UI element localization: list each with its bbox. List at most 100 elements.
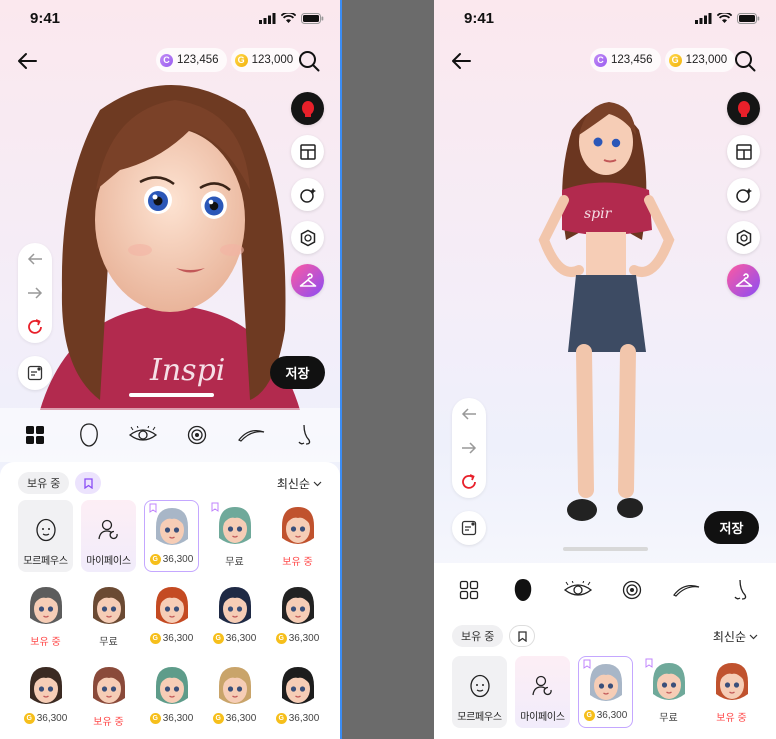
svg-text:Inspi: Inspi (149, 353, 225, 388)
tab-pupil[interactable] (181, 419, 213, 451)
search-icon[interactable] (298, 50, 320, 72)
face-item[interactable]: 무료 (641, 656, 696, 728)
face-item[interactable]: G 36,300 (270, 660, 325, 732)
face-item[interactable]: G 36,300 (207, 660, 262, 732)
closet-button[interactable] (291, 264, 324, 297)
undo-button[interactable] (24, 249, 46, 269)
face-item[interactable]: G 36,300 (18, 660, 73, 732)
price-label: G 36,300 (275, 633, 319, 644)
tile-label: 모르페우스 (23, 556, 68, 567)
face-item[interactable]: 무료 (207, 500, 262, 572)
avatar-fullbody-image[interactable]: spir (524, 90, 684, 545)
memo-button[interactable] (18, 356, 52, 390)
tab-nose[interactable] (725, 574, 757, 606)
avatar-face-thumbnail (29, 667, 62, 704)
effect-button[interactable] (727, 221, 760, 254)
currency-display: C 123,456 G 123,000 (156, 48, 302, 72)
tab-eyebrow[interactable] (235, 419, 267, 451)
drag-handle[interactable] (129, 393, 214, 397)
tab-pupil[interactable] (616, 574, 648, 606)
search-icon[interactable] (734, 50, 756, 72)
face-item[interactable]: G 36,300 (144, 500, 199, 572)
drag-handle[interactable] (563, 547, 648, 551)
top-bar: C 123,456 G 123,000 (434, 48, 776, 74)
owned-label: 보유 중 (93, 717, 124, 728)
myface-tile[interactable]: 마이페이스 (515, 656, 570, 728)
gem-coin-icon: C (594, 53, 607, 67)
morpheus-tile[interactable]: 모르페우스 (18, 500, 73, 572)
undo-button[interactable] (458, 404, 480, 424)
closet-button[interactable] (727, 264, 760, 297)
memo-button[interactable] (452, 511, 486, 545)
price-label: G 36,300 (275, 713, 319, 724)
avatar-head-button[interactable] (291, 92, 324, 125)
arrow-right-icon (28, 287, 43, 299)
face-item[interactable]: 무료 (81, 580, 136, 652)
face-item[interactable]: G 36,300 (144, 660, 199, 732)
status-time: 9:41 (464, 10, 495, 27)
owned-filter-chip[interactable]: 보유 중 (18, 472, 70, 494)
avatar-face-thumbnail (589, 664, 622, 701)
reset-button[interactable] (24, 317, 46, 337)
face-item[interactable]: G 36,300 (207, 580, 262, 652)
back-arrow-icon[interactable] (450, 50, 472, 72)
save-button[interactable]: 저장 (704, 511, 759, 544)
morpheus-tile[interactable]: 모르페우스 (452, 656, 507, 728)
wardrobe-icon (735, 143, 752, 160)
face-shape-icon (80, 423, 98, 447)
tab-all[interactable] (19, 419, 51, 451)
sort-dropdown[interactable]: 최신순 (277, 475, 322, 492)
avatar-face-thumbnail (92, 667, 125, 704)
hanger-icon (735, 272, 752, 287)
bookmark-filter-chip[interactable] (75, 472, 101, 494)
redo-button[interactable] (458, 438, 480, 458)
bookmark-filter-chip[interactable] (509, 625, 535, 647)
wardrobe-button[interactable] (727, 135, 760, 168)
tab-eyebrow[interactable] (670, 574, 702, 606)
wardrobe-icon (299, 143, 316, 160)
owned-label: 보유 중 (30, 637, 61, 648)
wardrobe-button[interactable] (291, 135, 324, 168)
tab-eyes[interactable] (127, 419, 159, 451)
refresh-icon (28, 319, 42, 334)
effect-button[interactable] (291, 221, 324, 254)
back-arrow-icon[interactable] (16, 50, 38, 72)
pupil-icon (187, 425, 207, 445)
item-sheet: 보유 중 최신순 모르페우스 마이페이스 G 36,300 무료 보유 중 (434, 617, 776, 739)
face-item[interactable]: G 36,300 (144, 580, 199, 652)
battery-icon (737, 13, 760, 24)
owned-filter-chip[interactable]: 보유 중 (452, 625, 504, 647)
tile-label: 마이페이스 (86, 556, 131, 567)
status-icons (259, 13, 324, 24)
avatar-head-button[interactable] (727, 92, 760, 125)
tab-eyes[interactable] (562, 574, 594, 606)
beauty-button[interactable] (727, 178, 760, 211)
face-item[interactable]: 보유 중 (81, 660, 136, 732)
myface-tile[interactable]: 마이페이스 (81, 500, 136, 572)
tab-face-shape[interactable] (507, 574, 539, 606)
gold-coin-icon: G (23, 713, 35, 724)
tab-nose[interactable] (289, 419, 321, 451)
signal-icon (695, 13, 712, 24)
reset-button[interactable] (458, 472, 480, 492)
face-item[interactable]: 보유 중 (270, 500, 325, 572)
face-outline-icon (469, 674, 490, 698)
face-item[interactable]: 보유 중 (704, 656, 759, 728)
tab-face-shape[interactable] (73, 419, 105, 451)
face-item[interactable]: G 36,300 (270, 580, 325, 652)
arrow-right-icon (462, 442, 477, 454)
face-item[interactable]: G 36,300 (578, 656, 633, 728)
price-label: G 36,300 (149, 633, 193, 644)
redo-button[interactable] (24, 283, 46, 303)
tab-all[interactable] (453, 574, 485, 606)
chevron-down-icon (749, 634, 758, 639)
eye-icon (128, 426, 158, 441)
hanger-icon (299, 272, 316, 287)
sort-dropdown[interactable]: 최신순 (713, 628, 758, 645)
save-button[interactable]: 저장 (270, 356, 325, 389)
avatar-face-thumbnail (155, 508, 188, 545)
bookmark-icon (517, 630, 527, 642)
face-item[interactable]: 보유 중 (18, 580, 73, 652)
category-bar (434, 563, 776, 617)
beauty-button[interactable] (291, 178, 324, 211)
